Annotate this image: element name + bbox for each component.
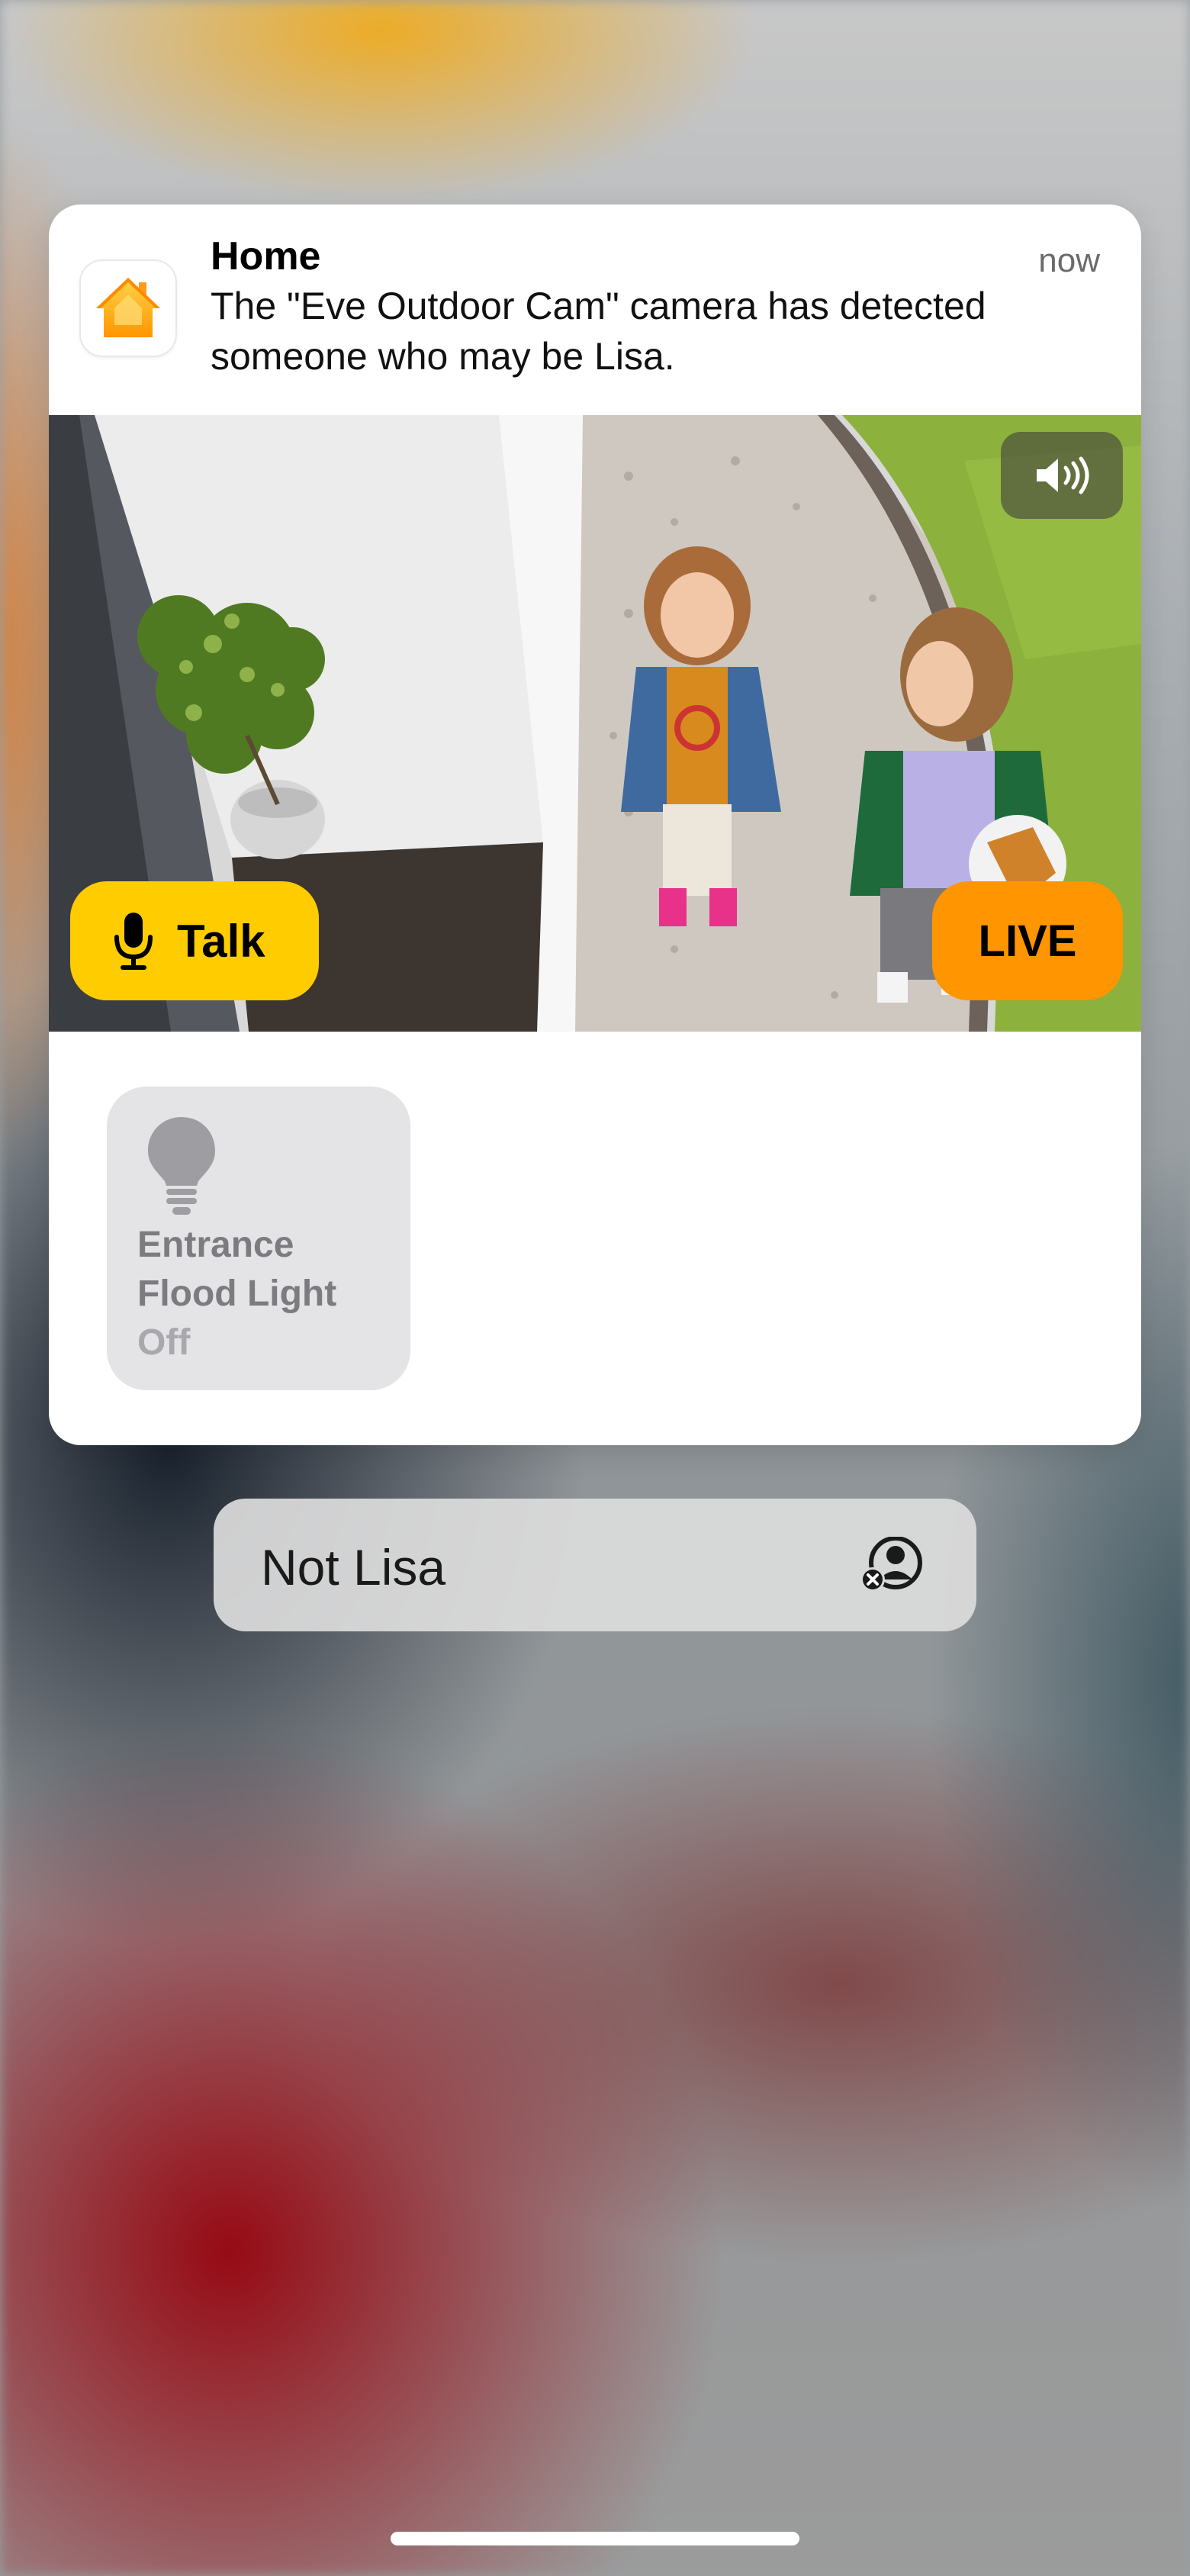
home-app-icon	[81, 261, 175, 356]
camera-feed[interactable]: Talk LIVE	[49, 415, 1141, 1032]
notification-header: Home now The "Eve Outdoor Cam" camera ha…	[49, 204, 1141, 415]
not-lisa-button[interactable]: Not Lisa	[214, 1499, 976, 1631]
mute-button[interactable]	[1001, 432, 1123, 519]
accessory-status: Off	[137, 1322, 191, 1363]
timestamp: now	[1038, 242, 1100, 279]
notification-message: The "Eve Outdoor Cam" camera has detecte…	[211, 285, 986, 378]
talk-label: Talk	[177, 915, 265, 967]
notification-card[interactable]: Home now The "Eve Outdoor Cam" camera ha…	[49, 204, 1141, 1445]
action-label: Not Lisa	[261, 1539, 446, 1596]
accessory-name-line2: Flood Light	[137, 1274, 337, 1314]
live-button[interactable]: LIVE	[932, 881, 1123, 1000]
talk-button[interactable]: Talk	[70, 881, 319, 1000]
home-indicator[interactable]	[391, 2532, 799, 2545]
speaker-wave-icon	[1037, 456, 1089, 494]
accessory-tile-entrance-flood-light[interactable]: Entrance Flood Light Off	[107, 1087, 410, 1390]
person-remove-icon	[860, 1537, 922, 1592]
accessory-name: Entrance Flood Light	[137, 1221, 336, 1319]
microphone-icon	[114, 913, 153, 970]
live-label: LIVE	[978, 916, 1077, 966]
accessory-name-line1: Entrance	[137, 1225, 294, 1265]
house-icon	[96, 278, 160, 337]
app-name: Home	[211, 234, 321, 279]
lightbulb-icon	[148, 1117, 215, 1215]
